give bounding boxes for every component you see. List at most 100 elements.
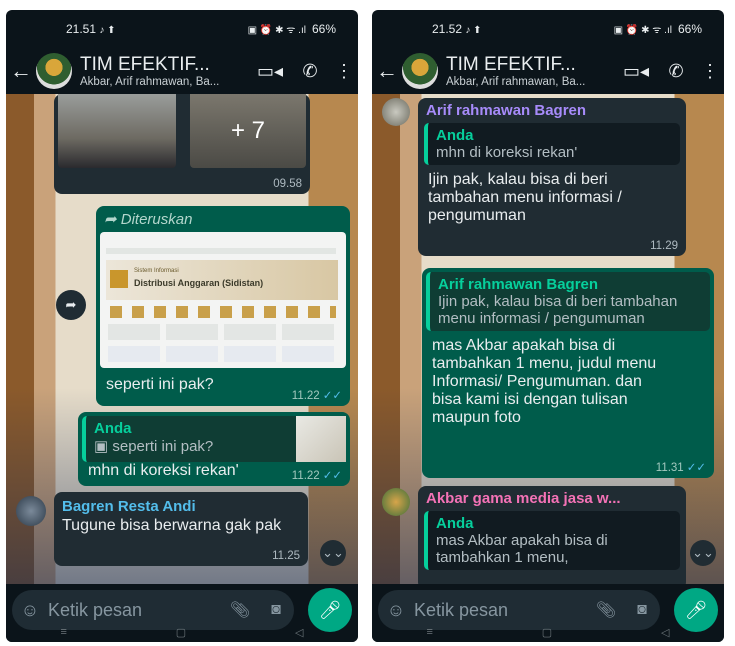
more-options-icon[interactable]: ⋮ [696, 61, 724, 82]
message-time: 11.25 [272, 550, 300, 562]
message-time: 11.31 [655, 462, 684, 474]
incoming-message-bubble[interactable]: Akbar gama media jasa w... Anda mas Akba… [418, 486, 686, 584]
sender-name: Arif rahmawan Bagren [426, 102, 587, 119]
chat-header: ← TIM EFEKTIF... Akbar, Arif rahmawan, B… [6, 48, 358, 94]
read-receipt-icon: ✓✓ [322, 470, 342, 482]
quoted-message[interactable]: Anda mas Akbar apakah bisa di tambahkan … [424, 511, 680, 570]
chat-header: ← TIM EFEKTIF... Akbar, Arif rahmawan, B… [372, 48, 724, 94]
home-icon[interactable]: ▢ [542, 626, 552, 642]
forward-icon: ➦ [104, 211, 117, 228]
incoming-message-bubble[interactable]: Bagren Resta Andi Tugune bisa berwarna g… [54, 492, 308, 566]
status-time: 21.52 [432, 22, 463, 36]
battery-level: 66% [311, 22, 336, 36]
message-text: Tugune bisa berwarna gak pak [62, 517, 282, 534]
image-menu-cards [108, 346, 336, 362]
quote-text: mhn di koreksi rekan' [436, 144, 578, 161]
image-heading: Distribusi Anggaran (Sidistan) [134, 278, 264, 288]
video-call-icon[interactable]: ▭◂ [250, 61, 290, 82]
more-options-icon[interactable]: ⋮ [330, 61, 358, 82]
image-banner: Sistem Informasi Distribusi Anggaran (Si… [106, 260, 338, 300]
chat-info[interactable]: TIM EFEKTIF... Akbar, Arif rahmawan, Ba.… [80, 54, 250, 88]
quoted-message[interactable]: Anda mhn di koreksi rekan' [424, 123, 680, 165]
phone-left: 21.51 ♪ ⬆ ▣ ⏰ ✱ ᯤ .ıl 66% ← TIM EFEKTIF..… [6, 10, 358, 642]
forward-share-icon[interactable]: ➦ [56, 290, 86, 320]
group-avatar[interactable] [36, 53, 72, 89]
message-placeholder: Ketik pesan [48, 599, 143, 620]
message-time: 11.22 [291, 470, 320, 482]
message-text: mhn di koreksi rekan' [88, 462, 239, 479]
quote-text: mas Akbar apakah bisa di tambahkan 1 men… [436, 532, 608, 566]
chat-info[interactable]: TIM EFEKTIF... Akbar, Arif rahmawan, Ba.… [446, 54, 616, 88]
attach-icon[interactable]: 📎︎ [588, 600, 624, 620]
message-input[interactable]: ☺ Ketik pesan 📎︎ ◙ [378, 590, 660, 630]
quote-text: seperti ini pak? [112, 438, 214, 455]
recents-icon[interactable]: ≡ [426, 626, 432, 642]
image-icon: ▣ [94, 438, 109, 455]
status-extra: ♪ ⬆ [99, 25, 116, 36]
recents-icon[interactable]: ≡ [60, 626, 66, 642]
image-nav-bar [106, 248, 336, 254]
incoming-message-bubble[interactable]: Arif rahmawan Bagren Anda mhn di koreksi… [418, 98, 686, 256]
status-extra: ♪ ⬆ [465, 25, 482, 36]
sender-avatar[interactable] [382, 488, 410, 516]
message-text: Ijin pak, kalau bisa di beri tambahan me… [428, 171, 622, 224]
photo-thumb-1[interactable] [58, 94, 176, 168]
video-call-icon[interactable]: ▭◂ [616, 61, 656, 82]
camera-icon[interactable]: ◙ [258, 601, 294, 619]
reply-bubble[interactable]: Arif rahmawan Bagren Ijin pak, kalau bis… [422, 268, 714, 478]
banner-logo-icon [110, 270, 128, 288]
group-avatar[interactable] [402, 53, 438, 89]
emoji-icon[interactable]: ☺ [12, 600, 48, 621]
back-nav-icon[interactable]: ◁ [661, 626, 669, 642]
chat-area[interactable]: Arif rahmawan Bagren Anda mhn di koreksi… [372, 94, 724, 584]
status-bar: 21.51 ♪ ⬆ ▣ ⏰ ✱ ᯤ .ıl 66% [6, 10, 358, 48]
back-nav-icon[interactable]: ◁ [295, 626, 303, 642]
quoted-message[interactable]: Arif rahmawan Bagren Ijin pak, kalau bis… [426, 272, 710, 331]
message-time: 11.22 [291, 390, 320, 402]
time-row: 11.22 ✓✓ [292, 388, 342, 402]
forwarded-image-bubble[interactable]: ➦ Diteruskan Sistem Informasi Distribusi… [96, 206, 350, 406]
image-emblem-row [110, 306, 336, 318]
status-bar: 21.52 ♪ ⬆ ▣ ⏰ ✱ ᯤ .ıl 66% [372, 10, 724, 48]
time-row: 11.31 ✓✓ [656, 460, 706, 474]
system-nav-bar: ≡ ▢ ◁ [6, 626, 358, 642]
sender-name: Bagren Resta Andi [62, 498, 196, 515]
sender-avatar[interactable] [382, 98, 410, 126]
message-input[interactable]: ☺ Ketik pesan 📎︎ ◙ [12, 590, 294, 630]
forwarded-label-row: ➦ Diteruskan [96, 206, 350, 232]
status-icons: ▣ ⏰ ✱ ᯤ .ıl [247, 25, 306, 36]
back-arrow-icon[interactable]: ← [6, 58, 36, 84]
emoji-icon[interactable]: ☺ [378, 600, 414, 621]
home-icon[interactable]: ▢ [176, 626, 186, 642]
back-arrow-icon[interactable]: ← [372, 58, 402, 84]
read-receipt-icon: ✓✓ [322, 390, 342, 402]
sender-avatar[interactable] [16, 496, 46, 526]
camera-icon[interactable]: ◙ [624, 601, 660, 619]
chat-title: TIM EFEKTIF... [80, 54, 210, 75]
photo-thumb-2[interactable]: + 7 [190, 94, 306, 168]
quote-sender: Anda [436, 515, 474, 532]
system-nav-bar: ≡ ▢ ◁ [372, 626, 724, 642]
status-time: 21.51 [66, 22, 97, 36]
quote-sender: Arif rahmawan Bagren [438, 276, 599, 293]
voice-call-icon[interactable]: ✆ [290, 61, 330, 82]
scroll-down-icon[interactable]: ⌄⌄ [320, 540, 346, 566]
composer-bar: ☺ Ketik pesan 📎︎ ◙ 🎤︎ ≡ ▢ ◁ [372, 584, 724, 642]
photo-album-bubble[interactable]: + 7 09.58 [54, 94, 310, 194]
message-time: 09.58 [273, 178, 302, 190]
reply-bubble[interactable]: Anda ▣ seperti ini pak? mhn di koreksi r… [78, 412, 350, 486]
quoted-message[interactable]: Anda ▣ seperti ini pak? [82, 416, 346, 462]
scroll-down-icon[interactable]: ⌄⌄ [690, 540, 716, 566]
battery-level: 66% [677, 22, 702, 36]
status-icons: ▣ ⏰ ✱ ᯤ .ıl [613, 25, 672, 36]
voice-call-icon[interactable]: ✆ [656, 61, 696, 82]
more-photos-count: + 7 [230, 117, 266, 144]
chat-members: Akbar, Arif rahmawan, Ba... [80, 76, 220, 88]
read-receipt-icon: ✓✓ [686, 462, 706, 474]
sender-name: Akbar gama media jasa w... [426, 490, 621, 507]
message-text: mas Akbar apakah bisa di tambahkan 1 men… [432, 337, 657, 426]
composer-bar: ☺ Ketik pesan 📎︎ ◙ 🎤︎ ≡ ▢ ◁ [6, 584, 358, 642]
forwarded-image[interactable]: Sistem Informasi Distribusi Anggaran (Si… [100, 232, 346, 368]
attach-icon[interactable]: 📎︎ [222, 600, 258, 620]
chat-area[interactable]: + 7 09.58 ➦ ➦ Diteruskan Sistem Informas… [6, 94, 358, 584]
